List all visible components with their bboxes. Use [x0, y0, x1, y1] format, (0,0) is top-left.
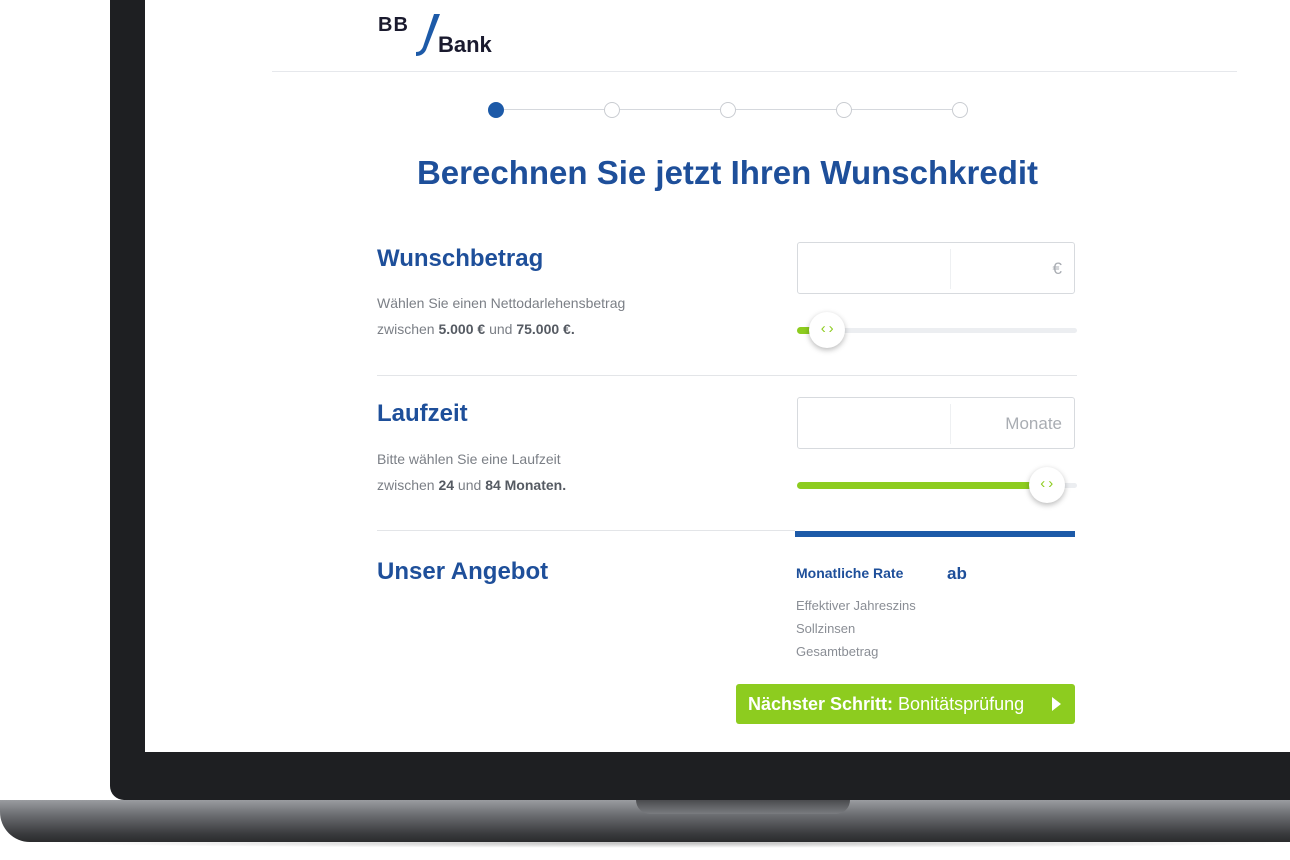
progress-steps	[488, 100, 968, 120]
step-1-dot	[488, 102, 504, 118]
desc-prefix: zwischen	[377, 477, 439, 493]
laufzeit-desc-line1: Bitte wählen Sie eine Laufzeit	[377, 451, 561, 467]
wunschbetrag-min: 5.000 €	[438, 321, 486, 337]
laufzeit-desc-line2: zwischen 24 und 84 Monaten.	[377, 472, 566, 498]
effective-rate-label: Effektiver Jahreszins	[796, 598, 916, 613]
debit-interest-label: Sollzinsen	[796, 621, 856, 636]
offer-accent-bar	[795, 531, 1075, 537]
step-connector	[504, 109, 604, 110]
wunschbetrag-field[interactable]: €	[797, 242, 1075, 294]
next-step-label-bold: Nächster Schritt:	[748, 694, 894, 714]
euro-unit: €	[1052, 259, 1062, 278]
wunschbetrag-title: Wunschbetrag	[377, 245, 544, 272]
step-connector	[620, 109, 720, 110]
section-divider	[377, 375, 1077, 376]
step-4-dot	[836, 102, 852, 118]
logo-name: Bank	[438, 32, 492, 57]
total-amount-label: Gesamtbetrag	[796, 644, 879, 659]
laufzeit-description: Bitte wählen Sie eine Laufzeit zwischen …	[377, 446, 566, 498]
angebot-title: Unser Angebot	[377, 558, 549, 585]
step-3-dot	[720, 102, 736, 118]
monthly-rate-label: Monatliche Rate	[796, 565, 904, 581]
header-divider	[272, 71, 1237, 72]
logo-prefix: BB	[378, 14, 409, 36]
monthly-rate-prefix: ab	[947, 564, 967, 583]
laptop-screen: BB Bank Berechnen Sie jetzt Ihren Wunsch…	[145, 0, 1290, 752]
wunschbetrag-desc-line1: Wählen Sie einen Nettodarlehensbetrag	[377, 295, 626, 311]
wunschbetrag-max: 75.000 €.	[516, 321, 575, 337]
desc-mid: und	[485, 321, 517, 337]
slider-handle[interactable]: ‹ ›	[1028, 467, 1065, 503]
section-divider	[377, 530, 795, 531]
next-step-label: Bonitätsprüfung	[893, 694, 1025, 714]
laufzeit-field[interactable]: Monate	[797, 397, 1075, 449]
laufzeit-title: Laufzeit	[377, 400, 468, 427]
desc-prefix: zwischen	[377, 321, 439, 337]
laufzeit-slider[interactable]: ‹ ›	[797, 465, 1077, 505]
laufzeit-min: 24	[438, 477, 455, 493]
arrow-right-icon	[1052, 697, 1061, 711]
page-title: Berechnen Sie jetzt Ihren Wunschkredit	[416, 154, 1039, 191]
slider-fill	[797, 482, 1047, 489]
bank-logo[interactable]: BB Bank	[378, 14, 508, 58]
months-unit: Monate	[1005, 414, 1062, 433]
arrows-horizontal-icon: ‹ ›	[820, 320, 834, 337]
slider-handle[interactable]: ‹ ›	[809, 312, 846, 348]
step-connector	[736, 109, 836, 110]
wunschbetrag-desc-line2: zwischen 5.000 € und 75.000 €.	[377, 316, 625, 342]
step-5-dot	[952, 102, 968, 118]
step-connector	[852, 109, 952, 110]
laufzeit-max: 84 Monaten.	[485, 477, 567, 493]
wunschbetrag-slider[interactable]: ‹ ›	[797, 310, 1077, 350]
desc-mid: und	[454, 477, 486, 493]
next-step-button[interactable]: Nächster Schritt: Bonitätsprüfung	[736, 684, 1075, 724]
wunschbetrag-description: Wählen Sie einen Nettodarlehensbetrag zw…	[377, 290, 625, 342]
step-2-dot	[604, 102, 620, 118]
wunschbetrag-input[interactable]	[798, 243, 1074, 293]
laptop-notch	[636, 800, 850, 814]
arrows-horizontal-icon: ‹ ›	[1040, 475, 1054, 492]
